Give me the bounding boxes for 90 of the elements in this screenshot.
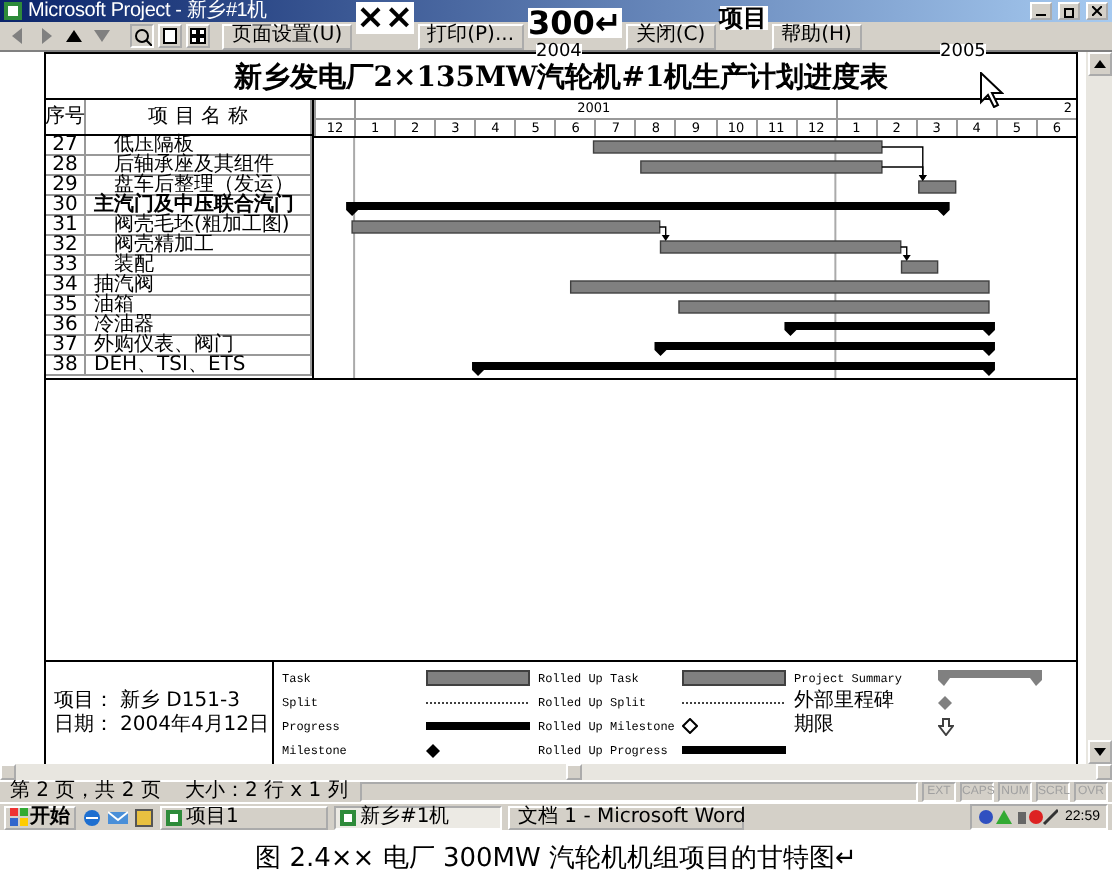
row-number: 32: [46, 236, 86, 254]
task-name: 冷油器: [86, 316, 312, 334]
summary-bar-sample: [938, 670, 1042, 686]
link-arrow: [659, 226, 670, 241]
task-name: DEH、TSI、ETS: [86, 356, 312, 374]
tray-icons-drawing: [978, 808, 1059, 826]
task-name: 后轴承座及其组件: [86, 156, 312, 174]
row-number: 31: [46, 216, 86, 234]
task-name: 阀壳精加工: [86, 236, 312, 254]
mail-icon[interactable]: [108, 807, 128, 827]
toolbar-button[interactable]: 关闭(C): [625, 23, 716, 49]
taskbar-task[interactable]: 文档 1 - Microsoft Word: [508, 805, 744, 829]
row-number: 35: [46, 296, 86, 314]
overlay-text: 项目: [719, 6, 768, 30]
link-arrow: [900, 246, 911, 261]
scroll-thumb[interactable]: [566, 764, 582, 780]
split-line-sample: [426, 699, 530, 705]
diamond-icon: [426, 743, 440, 757]
desktop-icon[interactable]: [134, 807, 154, 827]
task-name: 阀壳毛坯(粗加工图): [86, 216, 312, 234]
task-name: 主汽门及中压联合汽门: [86, 196, 312, 214]
start-button[interactable]: 开始: [4, 805, 76, 829]
progress-bar-sample: [426, 722, 530, 730]
app-icon: [4, 2, 22, 20]
pages-grid-icon: [190, 28, 206, 44]
figure-caption: 图 2.4×× 电厂 300MW 汽轮机机组项目的甘特图↵: [255, 843, 857, 873]
minimize-button[interactable]: [1030, 2, 1052, 20]
horizontal-scrollbar[interactable]: [0, 764, 1112, 780]
page-icon: [162, 28, 178, 44]
overlay-text: 300↵: [528, 8, 622, 38]
date-value: 2004年4月12日: [120, 714, 270, 736]
down-triangle-icon: [1093, 748, 1105, 756]
date-label: 日期：: [54, 714, 114, 736]
task-bar-sample: [426, 670, 530, 686]
row-number: 27: [46, 136, 86, 154]
row-number: 38: [46, 356, 86, 374]
diamond-icon: [938, 695, 952, 709]
hollow-diamond-icon: [682, 718, 698, 734]
overlay-text: 2005: [940, 44, 986, 62]
multiple-pages-button[interactable]: [186, 24, 210, 48]
project-label: 项目：: [54, 690, 114, 712]
up-triangle-icon: [64, 26, 84, 46]
restore-button[interactable]: [1058, 2, 1080, 20]
close-icon: [1092, 6, 1102, 16]
app-icon: [340, 809, 356, 825]
row-number: 28: [46, 156, 86, 174]
project-value: 新乡 D151-3: [120, 690, 240, 712]
browser-icon[interactable]: [82, 807, 102, 827]
task-bar: [918, 180, 957, 194]
toolbar-button[interactable]: 打印(P)...: [417, 23, 524, 49]
legend-label: 外部里程碑: [794, 691, 896, 713]
row-number: 29: [46, 176, 86, 194]
page-count: 第 2 页，共 2 页: [10, 782, 161, 802]
toolbar-button[interactable]: 帮助(H): [771, 23, 862, 49]
toolbar-button[interactable]: 页面设置(U): [222, 23, 353, 49]
task-name: 油箱: [86, 296, 312, 314]
row-number: 33: [46, 256, 86, 274]
split-line-sample: [682, 699, 786, 705]
taskbar-task[interactable]: 新乡#1机: [334, 805, 502, 829]
zoom-button[interactable]: [130, 24, 154, 48]
magnifier-icon: [133, 27, 151, 45]
scroll-up-button[interactable]: [1087, 52, 1111, 76]
row-number: 34: [46, 276, 86, 294]
task-name: 抽汽阀: [86, 276, 312, 294]
down-arrow-icon: [938, 717, 954, 735]
legend-label: 期限: [794, 715, 836, 737]
column-header: 序号: [46, 100, 86, 134]
scroll-down-button[interactable]: [1087, 740, 1111, 764]
windows-logo-icon: [10, 808, 28, 826]
progress-bar-sample: [682, 746, 786, 754]
restore-icon: [1063, 5, 1075, 17]
page-size: 大小：2 行 x 1 列: [184, 782, 348, 802]
task-name: 盘车后整理（发运）: [86, 176, 312, 194]
overlay-text: ××: [356, 2, 414, 34]
task-name: 外购仪表、阀门: [86, 336, 312, 354]
overlay-text: 2004: [536, 44, 582, 62]
app-icon: [166, 809, 182, 825]
task-bar-sample: [682, 670, 786, 686]
column-header: 项 目 名 称: [86, 100, 312, 134]
task-bar: [900, 260, 939, 274]
vertical-scrollbar[interactable]: [1086, 52, 1112, 764]
up-triangle-icon: [1093, 60, 1105, 68]
taskbar-task[interactable]: 项目1: [160, 805, 328, 829]
chart-title: 新乡发电厂2×135MW汽轮机#1机生产计划进度表: [233, 64, 889, 94]
row-number: 36: [46, 316, 86, 334]
one-page-button[interactable]: [158, 24, 182, 48]
close-button[interactable]: [1086, 2, 1108, 20]
row-number: 30: [46, 196, 86, 214]
task-name: 装配: [86, 256, 312, 274]
row-number: 37: [46, 336, 86, 354]
